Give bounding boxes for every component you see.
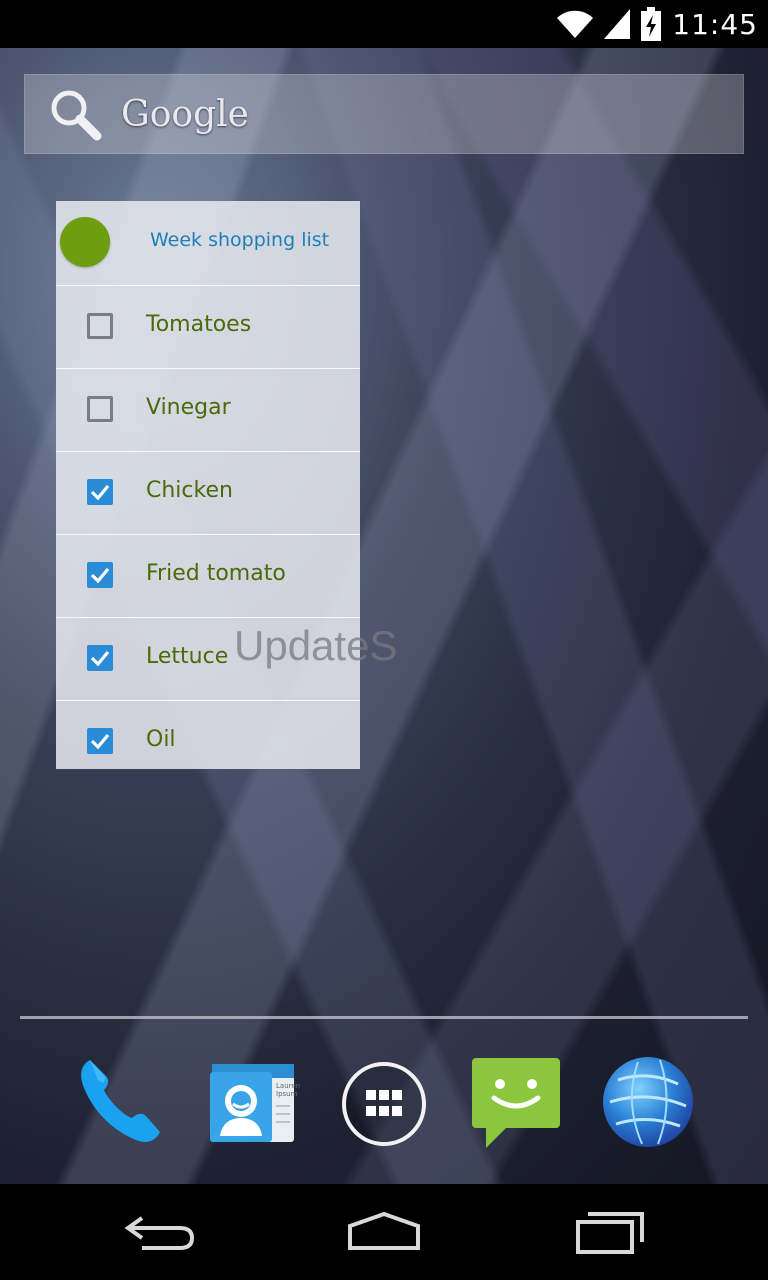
list-color-dot [60,217,110,267]
checkbox-checked[interactable] [87,562,113,588]
item-label: Fried tomato [146,561,286,586]
checkmark-icon [90,567,110,584]
svg-text:Ipsum: Ipsum [276,1090,298,1098]
wifi-icon [557,10,594,38]
back-icon[interactable] [112,1204,208,1260]
item-label: Oil [146,727,176,752]
status-bar: 11:45 [0,0,768,48]
browser-icon[interactable] [598,1050,698,1150]
search-icon [51,90,102,141]
phone-icon[interactable] [70,1050,170,1150]
signal-icon [604,9,631,39]
status-icons: 11:45 [556,6,758,42]
list-item[interactable]: Chicken [56,452,360,535]
dock-divider [20,1016,748,1019]
recents-icon[interactable] [562,1204,658,1260]
list-item[interactable]: Oil [56,701,360,783]
item-label: Lettuce [146,644,229,669]
checkmark-icon [90,650,110,667]
checkbox-checked[interactable] [87,728,113,754]
checkbox-checked[interactable] [87,645,113,671]
navigation-bar [0,1184,768,1280]
checkmark-icon [90,484,110,501]
item-label: Chicken [146,478,233,503]
widget-title: Week shopping list [150,229,330,251]
app-drawer-icon[interactable] [334,1050,434,1150]
checkbox-unchecked[interactable] [87,396,113,422]
google-search-bar[interactable]: Google [24,74,744,154]
item-label: Tomatoes [146,312,252,337]
checkbox-unchecked[interactable] [87,313,113,339]
home-icon[interactable] [336,1204,432,1260]
contacts-icon[interactable]: Lauren Ipsum [202,1050,302,1150]
dock: Lauren Ipsum [0,1050,768,1160]
battery-charging-icon [641,7,662,41]
home-screen: 11:45 Google Week shopping list Tomatoes… [0,0,768,1280]
shopping-list-widget: Week shopping list Tomatoes Vinegar Chic… [56,201,360,769]
google-label: Google [121,93,249,135]
list-item[interactable]: Tomatoes [56,286,360,369]
widget-header[interactable]: Week shopping list [56,201,360,286]
messaging-icon[interactable] [468,1050,568,1150]
list-item[interactable]: Vinegar [56,369,360,452]
watermark-text: UpdateS [234,622,398,669]
list-item[interactable]: Fried tomato [56,535,360,618]
item-label: Vinegar [146,395,231,420]
checkmark-icon [90,733,110,750]
svg-text:Lauren: Lauren [276,1082,300,1090]
status-time: 11:45 [672,7,758,41]
checkbox-checked[interactable] [87,479,113,505]
